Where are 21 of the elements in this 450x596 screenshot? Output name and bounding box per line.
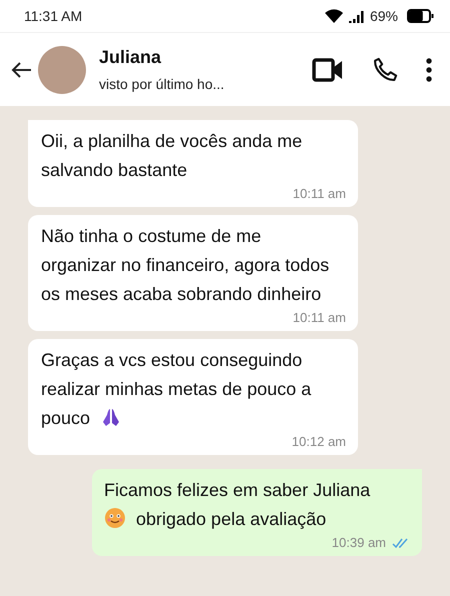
message-time: 10:11 am	[292, 310, 346, 325]
status-time: 11:31 AM	[24, 8, 82, 24]
message-time: 10:11 am	[292, 186, 346, 201]
video-camera-icon[interactable]	[312, 58, 344, 82]
message-text: obrigado pela avaliação	[136, 509, 326, 529]
signal-icon	[348, 10, 365, 22]
last-seen-text: visto por último ho...	[99, 76, 226, 92]
message-time: 10:12 am	[292, 434, 346, 449]
message-text: Oii, a planilha de vocês anda me salvando bastante	[41, 131, 302, 180]
message-text: Não tinha o costume de me organizar no financeiro, agora todos os meses acaba sobrando dinheiro	[41, 226, 330, 304]
smiling-face-icon	[104, 507, 126, 529]
message-text: pouco	[41, 408, 90, 428]
wifi-icon	[324, 8, 344, 24]
battery-percent: 69%	[370, 8, 398, 24]
menu-icon[interactable]	[426, 58, 432, 82]
avatar-photo	[38, 46, 86, 94]
contact-name: Juliana	[99, 47, 162, 68]
back-arrow-icon[interactable]	[10, 60, 32, 78]
phone-icon[interactable]	[371, 56, 399, 84]
message-text: Ficamos felizes em saber Juliana	[104, 480, 370, 500]
message-time: 10:39 am	[332, 535, 386, 550]
